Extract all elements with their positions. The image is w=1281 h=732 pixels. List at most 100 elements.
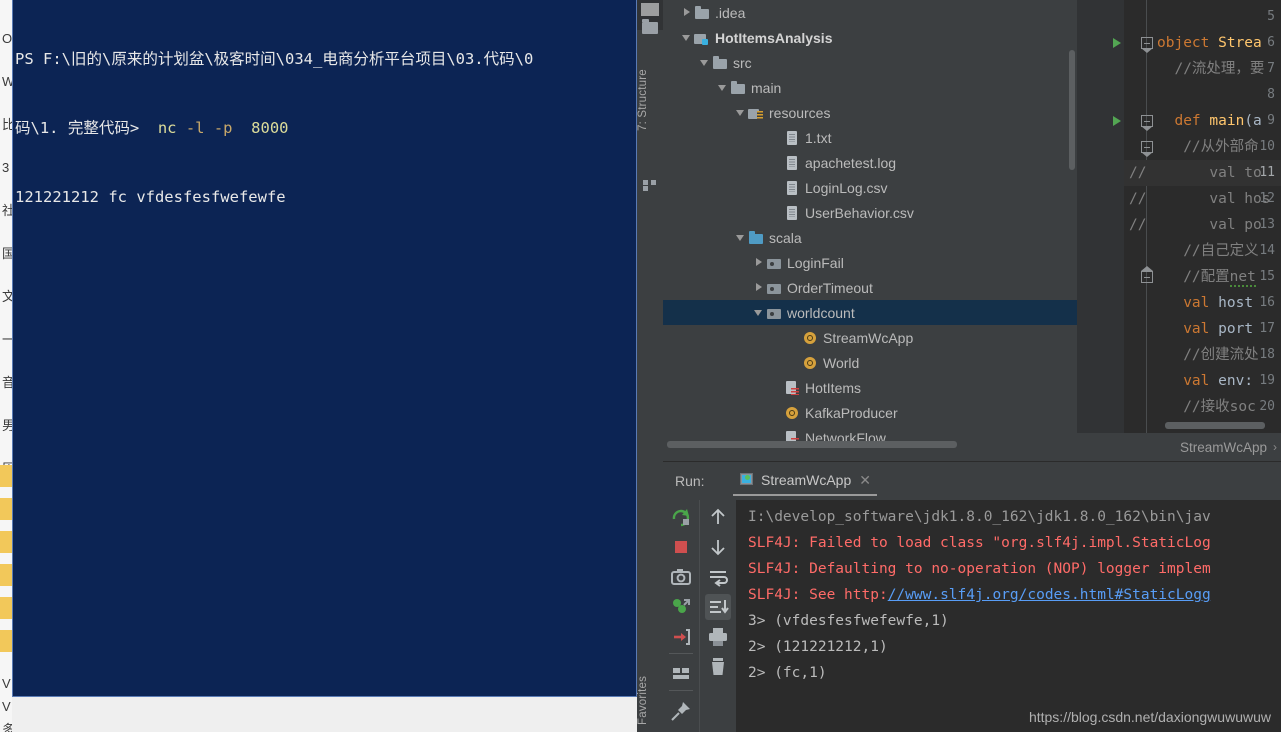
tree-item-1-txt[interactable]: 1.txt	[663, 125, 1077, 150]
restore-layout-button[interactable]	[668, 594, 694, 620]
run-tab-streamwcapp[interactable]: StreamWcApp ✕	[733, 466, 877, 496]
code-fold-toggle[interactable]	[1141, 37, 1153, 53]
tree-item-hotitems[interactable]: HotItems	[663, 375, 1077, 400]
up-the-stack-button[interactable]	[705, 504, 731, 530]
chevron-down-icon[interactable]	[735, 231, 748, 244]
run-label: Run:	[675, 473, 705, 489]
code-token: object	[1157, 35, 1219, 51]
chevron-down-icon[interactable]	[681, 31, 694, 44]
tree-item-streamwcapp[interactable]: StreamWcApp	[663, 325, 1077, 350]
editor-code-line[interactable]: //从外部命	[1157, 134, 1259, 160]
chevron-down-icon[interactable]	[735, 106, 748, 119]
editor-code-line[interactable]: //配置net	[1157, 264, 1256, 290]
editor-code-line[interactable]: val host	[1157, 290, 1253, 316]
export-button[interactable]	[668, 624, 694, 650]
code-fold-toggle[interactable]	[1141, 141, 1153, 157]
tree-item-label: .idea	[715, 4, 746, 21]
powershell-terminal-window[interactable]: PS F:\旧的\原来的计划盆\极客时间\034_电商分析平台项目\03.代码\…	[12, 0, 637, 697]
tree-item-userbehavior-csv[interactable]: UserBehavior.csv	[663, 200, 1077, 225]
tool-tab-favorites[interactable]: Favorites	[637, 655, 663, 732]
close-icon[interactable]: ✕	[859, 472, 871, 489]
console-line: SLF4J: Defaulting to no-operation (NOP) …	[748, 556, 1211, 582]
code-editor[interactable]: 5 6 object Strea 7 //流处理，要 8 9 def main(a 10 /…	[1077, 0, 1281, 433]
run-console-output[interactable]: I:\develop_software\jdk1.8.0_162\jdk1.8.…	[736, 500, 1281, 732]
stop-button[interactable]	[668, 534, 694, 560]
chevron-down-icon[interactable]	[753, 306, 766, 319]
editor-breadcrumb[interactable]: StreamWcApp ›	[1077, 433, 1281, 461]
line-number: 5	[1267, 9, 1275, 24]
editor-code-line[interactable]: object Strea	[1157, 30, 1262, 56]
tree-item-apachetest-log[interactable]: apachetest.log	[663, 150, 1077, 175]
tree-item-worldcount[interactable]: worldcount	[663, 300, 1077, 325]
tree-item-scala[interactable]: scala	[663, 225, 1077, 250]
editor-code-line[interactable]: val hos	[1157, 186, 1271, 212]
clear-all-button[interactable]	[705, 654, 731, 680]
terminal-text-span: PS F:\旧的\原来的计划盆\极客时间\034_电商分析平台项目\03.代码\…	[15, 50, 534, 68]
code-token: val hos	[1157, 191, 1271, 207]
chevron-right-icon[interactable]	[753, 281, 766, 294]
project-folder-icon[interactable]	[642, 19, 658, 34]
scala-file-icon	[784, 380, 800, 396]
run-gutter-icon[interactable]	[1113, 116, 1121, 126]
code-token: Strea	[1218, 35, 1262, 51]
editor-gutter[interactable]	[1077, 0, 1124, 433]
run-window-header: Run: StreamWcApp ✕	[663, 462, 1281, 500]
console-line: 3> (vfdesfesfwefewfe,1)	[748, 608, 949, 634]
tree-vertical-scrollbar[interactable]	[1069, 50, 1075, 170]
editor-code-line[interactable]: val to	[1157, 160, 1261, 186]
editor-code-line[interactable]: def main(a	[1157, 108, 1261, 134]
chevron-right-icon: ›	[1273, 440, 1277, 454]
terminal-output: PS F:\旧的\原来的计划盆\极客时间\034_电商分析平台项目\03.代码\…	[13, 0, 636, 255]
console-link[interactable]: //www.slf4j.org/codes.html#StaticLogg	[888, 587, 1211, 603]
soft-wrap-button[interactable]	[705, 564, 731, 590]
chevron-down-icon[interactable]	[717, 81, 730, 94]
code-token: //从外部命	[1157, 139, 1259, 155]
tree-item-loginlog-csv[interactable]: LoginLog.csv	[663, 175, 1077, 200]
tree-item--idea[interactable]: .idea	[663, 0, 1077, 25]
tree-item-src[interactable]: src	[663, 50, 1077, 75]
tree-item-kafkaproducer[interactable]: KafkaProducer	[663, 400, 1077, 425]
layout-button[interactable]	[668, 660, 694, 686]
scroll-to-end-button[interactable]	[705, 594, 731, 620]
left-tool-strip: 7: Structure Favorites	[637, 0, 664, 732]
code-fold-toggle[interactable]	[1141, 266, 1153, 283]
watermark-url: https://blog.csdn.net/daxiongwuwuwuw	[1028, 709, 1271, 725]
pin-tab-button[interactable]	[668, 698, 694, 724]
editor-code-line[interactable]: //自己定义	[1157, 238, 1258, 264]
tool-tab-structure[interactable]: 7: Structure	[637, 45, 663, 155]
project-tree-list: .idea HotItemsAnalysis src main resources 1.t…	[663, 0, 1077, 450]
code-fold-toggle[interactable]	[1141, 115, 1153, 131]
package-folder-icon	[766, 280, 782, 296]
tree-item-hotitemsanalysis[interactable]: HotItemsAnalysis	[663, 25, 1077, 50]
tree-item-resources[interactable]: resources	[663, 100, 1077, 125]
chevron-right-icon[interactable]	[753, 256, 766, 269]
terminal-line: 121221212 fc vfdesfesfwefewfe	[15, 186, 636, 209]
tree-item-loginfail[interactable]: LoginFail	[663, 250, 1077, 275]
editor-horizontal-scrollbar[interactable]	[1165, 422, 1265, 429]
console-line: 2> (121221212,1)	[748, 634, 888, 660]
editor-code-line[interactable]: //流处理，要	[1157, 56, 1264, 82]
tree-horizontal-scrollbar[interactable]	[667, 441, 957, 448]
dump-threads-button[interactable]	[668, 564, 694, 590]
project-tree-panel[interactable]: .idea HotItemsAnalysis src main resources 1.t…	[663, 0, 1077, 461]
chevron-down-icon[interactable]	[699, 56, 712, 69]
code-token: port	[1218, 321, 1254, 337]
editor-code-line[interactable]: val po	[1157, 212, 1261, 238]
code-token: val	[1183, 321, 1219, 337]
editor-code-line[interactable]: val port	[1157, 316, 1253, 342]
rerun-button[interactable]	[668, 504, 694, 530]
tree-item-ordertimeout[interactable]: OrderTimeout	[663, 275, 1077, 300]
chevron-right-icon[interactable]	[681, 6, 694, 19]
down-the-stack-button[interactable]	[705, 534, 731, 560]
editor-code-line[interactable]: //接收soc	[1157, 394, 1256, 420]
tree-item-main[interactable]: main	[663, 75, 1077, 100]
run-gutter-icon[interactable]	[1113, 38, 1121, 48]
print-button[interactable]	[705, 624, 731, 650]
editor-code-line[interactable]: val env:	[1157, 368, 1253, 394]
console-text: 2> (fc,1)	[748, 665, 827, 681]
tree-item-world[interactable]: World	[663, 350, 1077, 375]
structure-icon[interactable]	[641, 3, 659, 16]
editor-code-line[interactable]: //创建流处	[1157, 342, 1258, 368]
terminal-text-span: nc	[148, 119, 186, 137]
